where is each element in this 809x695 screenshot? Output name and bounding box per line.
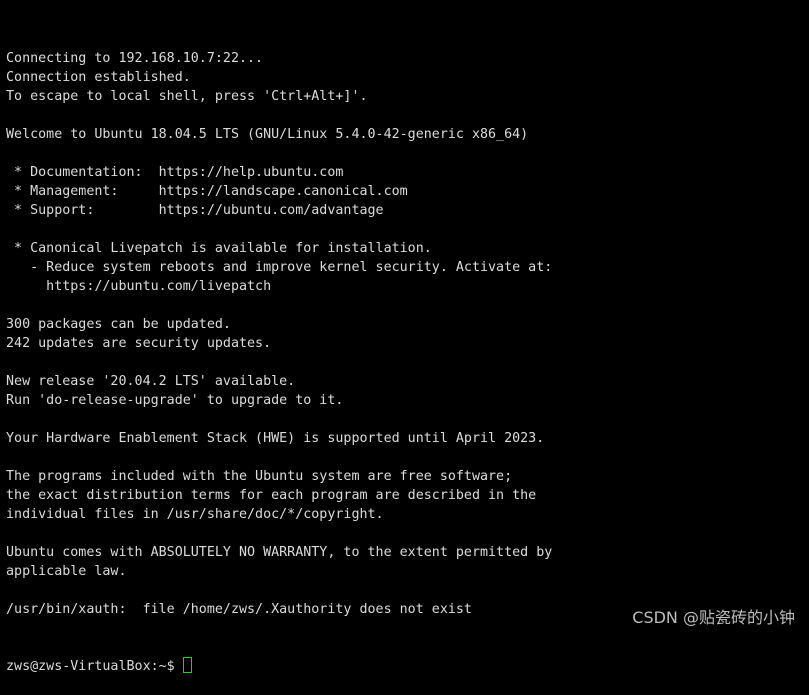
terminal-line: - Reduce system reboots and improve kern…: [6, 260, 553, 275]
terminal-line: * Canonical Livepatch is available for i…: [6, 241, 432, 256]
terminal-line: https://ubuntu.com/livepatch: [6, 279, 272, 294]
terminal-line: Ubuntu comes with ABSOLUTELY NO WARRANTY…: [6, 545, 553, 560]
terminal-line: The programs included with the Ubuntu sy…: [6, 469, 513, 484]
terminal-line: * Documentation: https://help.ubuntu.com: [6, 165, 344, 180]
terminal-line: Welcome to Ubuntu 18.04.5 LTS (GNU/Linux…: [6, 127, 529, 142]
terminal-line: Your Hardware Enablement Stack (HWE) is …: [6, 431, 545, 446]
terminal-line: Connection established.: [6, 70, 191, 85]
text-cursor: [182, 657, 192, 673]
watermark: CSDN @贴瓷砖的小钟: [632, 608, 795, 627]
terminal-line: 300 packages can be updated.: [6, 317, 231, 332]
terminal-output[interactable]: Connecting to 192.168.10.7:22... Connecti…: [6, 11, 552, 695]
terminal-line: * Support: https://ubuntu.com/advantage: [6, 203, 384, 218]
terminal-line: applicable law.: [6, 564, 127, 579]
terminal-line: individual files in /usr/share/doc/*/cop…: [6, 507, 384, 522]
terminal-line: /usr/bin/xauth: file /home/zws/.Xauthori…: [6, 602, 472, 617]
terminal-line: 242 updates are security updates.: [6, 336, 272, 351]
terminal-line: New release '20.04.2 LTS' available.: [6, 374, 296, 389]
shell-prompt: zws@zws-VirtualBox:~$: [6, 659, 175, 674]
prompt-line[interactable]: zws@zws-VirtualBox:~$: [6, 657, 552, 676]
terminal-line: the exact distribution terms for each pr…: [6, 488, 537, 503]
terminal-line: Run 'do-release-upgrade' to upgrade to i…: [6, 393, 344, 408]
terminal-line: Connecting to 192.168.10.7:22...: [6, 51, 264, 66]
terminal-lines: Connecting to 192.168.10.7:22... Connecti…: [6, 49, 552, 619]
terminal-line: To escape to local shell, press 'Ctrl+Al…: [6, 89, 368, 104]
terminal-line: * Management: https://landscape.canonica…: [6, 184, 408, 199]
